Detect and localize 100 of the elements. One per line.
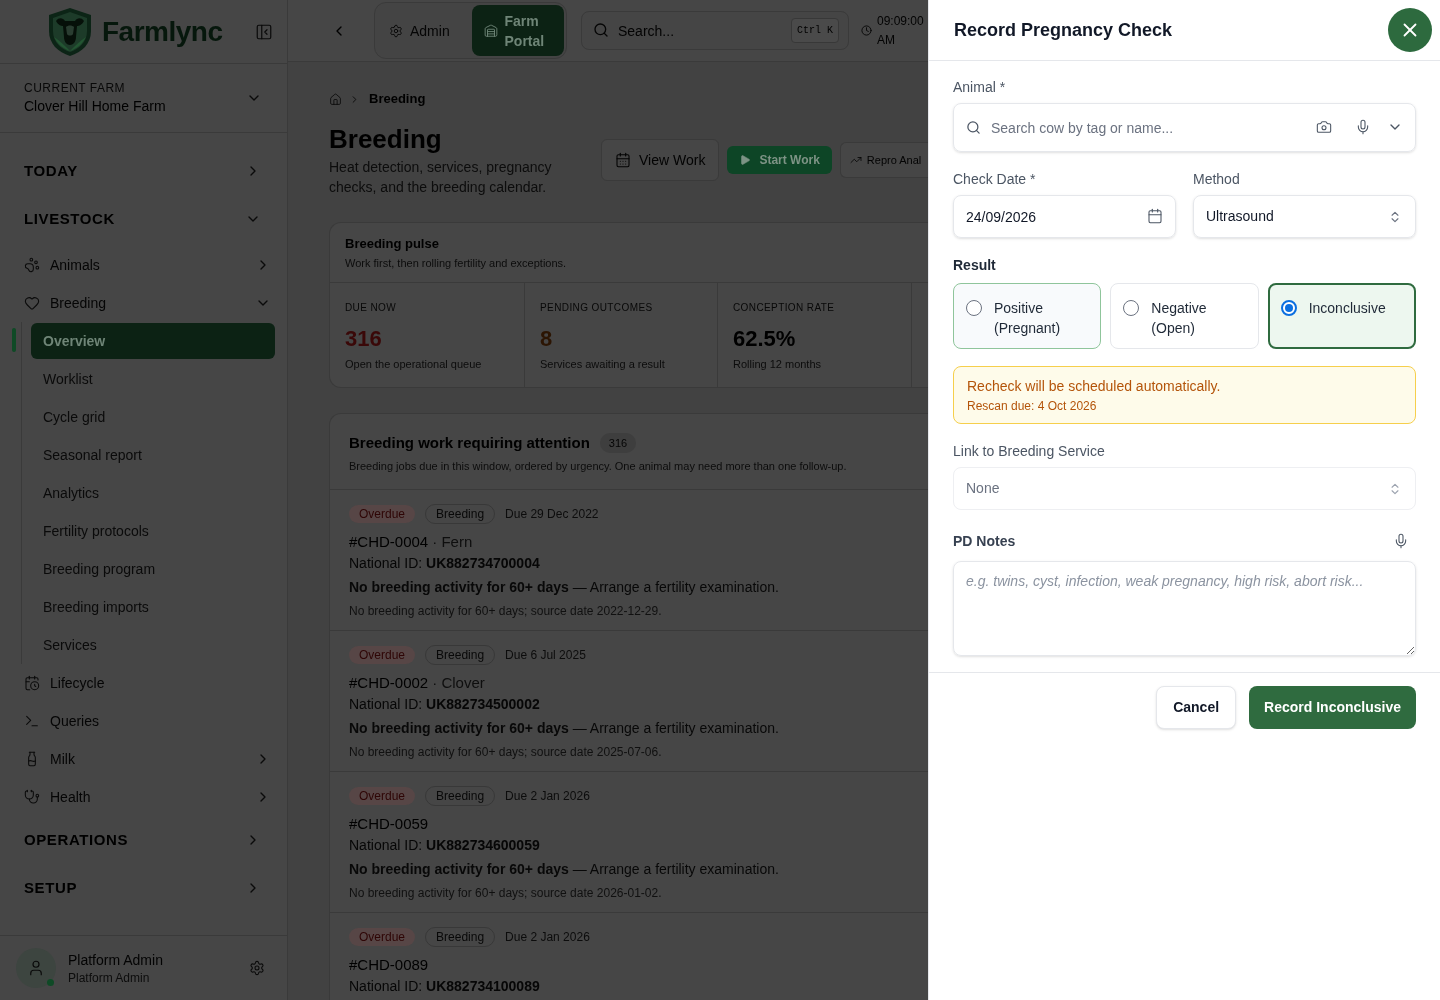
stethoscope-icon [24, 789, 40, 805]
panel-collapse-icon [255, 22, 273, 41]
nav-subitem[interactable]: Cycle grid [31, 399, 275, 435]
microphone-button[interactable] [1355, 119, 1371, 135]
user-role: Platform Admin [68, 969, 151, 986]
field-label: PD Notes [953, 532, 1016, 551]
stat-label: PENDING OUTCOMES [540, 301, 654, 315]
animal-name: · Clover [432, 673, 485, 693]
animal-tag: #CHD-0089 [349, 954, 429, 976]
method-select[interactable]: Ultrasound [1193, 195, 1416, 238]
field-label: Result [953, 256, 997, 275]
mode-tab[interactable]: Farm Portal [471, 5, 564, 56]
building-icon [483, 23, 498, 38]
count-badge: 316 [599, 433, 637, 453]
search-icon [593, 22, 609, 38]
card-title: Breeding pulse [345, 235, 440, 253]
shortcut-key: Ctrl K [791, 18, 839, 43]
nav-subitem[interactable]: Analytics [31, 475, 275, 511]
field-label: Method [1193, 170, 1241, 189]
result-option[interactable]: Positive (Pregnant) [953, 283, 1102, 349]
animal-search-field[interactable]: Search cow by tag or name... [953, 103, 1416, 152]
search-icon [966, 120, 981, 135]
clock-icon [861, 25, 872, 36]
microphone-icon [1355, 119, 1371, 135]
nav-subitem[interactable]: Overview [31, 323, 275, 359]
calendar-icon [1147, 208, 1163, 224]
shield-logo-icon [46, 6, 94, 57]
mode-tab[interactable]: Admin [377, 5, 470, 56]
farm-switcher[interactable]: CURRENT FARM Clover Hill Home Farm [12, 65, 275, 131]
stat-label: DUE NOW [345, 301, 398, 315]
animal-tag: #CHD-0004 [349, 531, 429, 553]
trend-up-icon [849, 154, 862, 166]
nav-subitem[interactable]: Worklist [31, 361, 275, 397]
start-work-button[interactable]: Start Work [727, 146, 832, 174]
due-date: Due 2 Jan 2026 [505, 788, 590, 805]
animal-tag: #CHD-0059 [349, 813, 429, 835]
paw-print-icon [24, 257, 40, 273]
field-label: Check Date * [953, 170, 1037, 189]
active-indicator [12, 328, 16, 352]
overdue-tag: Overdue [349, 928, 416, 946]
gear-icon [389, 23, 403, 38]
notice-message: Recheck will be scheduled automatically. [967, 377, 1222, 396]
national-id: National ID: UK882734500002 [349, 695, 541, 714]
field-label: Link to Breeding Service [953, 442, 1106, 461]
date-field[interactable]: 24/09/2026 [953, 195, 1176, 238]
nav-section[interactable]: TODAY [0, 147, 287, 195]
user-avatar-icon [16, 948, 56, 988]
radio-button[interactable] [1123, 300, 1140, 316]
stat-value: 8 [540, 325, 554, 353]
card-title: Breeding work requiring attention [349, 433, 590, 453]
microphone-button[interactable] [1393, 533, 1409, 549]
terminal-prompt-icon [24, 713, 40, 729]
national-id: National ID: UK882734700004 [349, 554, 541, 573]
page-title: Breeding [329, 123, 443, 155]
nav-subitem[interactable]: Services [31, 627, 275, 663]
notes-field[interactable]: e.g. twins, cyst, infection, weak pregnancy, high risk, abort risk... [953, 561, 1416, 656]
nav-section[interactable]: SETUP [0, 864, 287, 912]
radio-button[interactable] [966, 300, 982, 316]
camera-button[interactable] [1316, 119, 1332, 135]
drawer-title: Record Pregnancy Check [954, 18, 1173, 42]
result-option[interactable]: Negative (Open) [1110, 283, 1259, 349]
analytics-button[interactable]: Repro Anal [839, 142, 928, 178]
nav-item[interactable]: Milk [0, 740, 287, 778]
overdue-tag: Overdue [349, 505, 416, 523]
stat-value: 316 [345, 325, 383, 353]
stat-value: 62.5% [733, 325, 797, 353]
record-button[interactable]: Record Inconclusive [1249, 686, 1416, 729]
notice-detail: Rescan due: 4 Oct 2026 [967, 398, 1098, 414]
national-id: National ID: UK882734100089 [349, 977, 541, 996]
nav-item[interactable]: Lifecycle [0, 664, 287, 702]
nav-subitem[interactable]: Fertility protocols [31, 513, 275, 549]
close-button[interactable] [1388, 8, 1432, 52]
due-date: Due 2 Jan 2026 [505, 929, 590, 946]
microphone-icon [1393, 533, 1409, 549]
clock-time: 09:09:00 AM [877, 12, 925, 49]
nav-subitem[interactable]: Breeding imports [31, 589, 275, 625]
view-work-button[interactable]: View Work [601, 139, 720, 181]
activity-summary: No breeding activity for 60+ days — Arrange a fertility examination. [349, 860, 780, 879]
nav-subitem[interactable]: Breeding program [31, 551, 275, 587]
field-label: Animal * [953, 78, 1007, 97]
nav-item[interactable]: Health [0, 778, 287, 816]
activity-summary: No breeding activity for 60+ days — Arrange a fertility examination. [349, 578, 780, 597]
nav-section[interactable]: LIVESTOCK [0, 195, 287, 243]
stat-label: CONCEPTION RATE [733, 301, 836, 315]
camera-icon [1316, 119, 1332, 135]
brand-name: Farmlync [102, 17, 223, 46]
animal-tag: #CHD-0002 [349, 672, 429, 694]
play-icon [739, 154, 752, 166]
heart-icon [24, 295, 40, 311]
stat-caption: Services awaiting a result [540, 357, 666, 372]
nav-item[interactable]: Animals [0, 246, 287, 284]
nav-section[interactable]: OPERATIONS [0, 816, 287, 864]
result-option[interactable]: Inconclusive [1267, 283, 1416, 349]
cancel-button[interactable]: Cancel [1156, 686, 1237, 729]
activity-summary: No breeding activity for 60+ days — Arrange a fertility examination. [349, 719, 780, 738]
user-name: Platform Admin [68, 950, 163, 970]
radio-button[interactable] [1280, 300, 1297, 316]
nav-subitem[interactable]: Seasonal report [31, 437, 275, 473]
nav-item[interactable]: Queries [0, 702, 287, 740]
nav-item[interactable]: Breeding [0, 284, 287, 322]
